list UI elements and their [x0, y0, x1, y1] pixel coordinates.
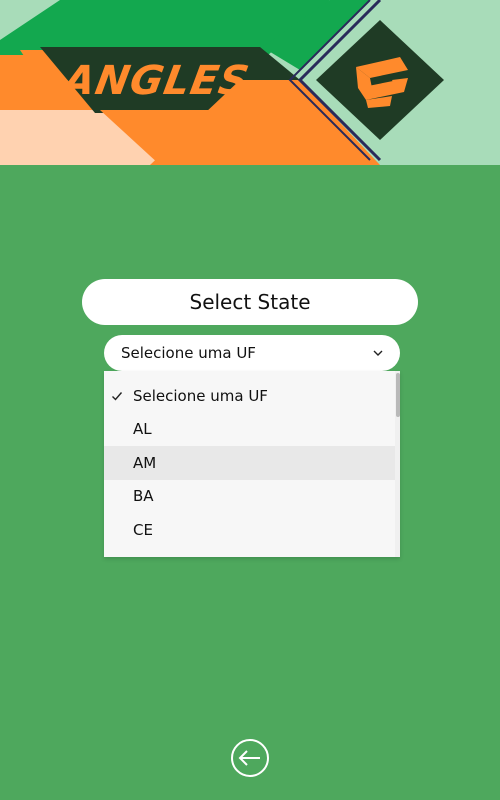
checkmark-icon	[111, 390, 123, 402]
dropdown-option[interactable]: CE	[104, 513, 400, 547]
dropdown-option[interactable]: Selecione uma UF	[104, 379, 400, 413]
dropdown-option[interactable]: BA	[104, 480, 400, 514]
dropdown-option[interactable]: AL	[104, 413, 400, 447]
dropdown-option-label: CE	[133, 520, 153, 539]
dropdown-option-label: AM	[133, 453, 157, 472]
header-banner: ANGLES	[0, 0, 500, 165]
dropdown-option[interactable]: AM	[104, 446, 400, 480]
app-screen: ANGLES Select State Selecione uma UF Sel…	[0, 0, 500, 800]
state-select[interactable]: Selecione uma UF	[104, 335, 400, 371]
dropdown-option-label: BA	[133, 487, 154, 506]
state-dropdown-list[interactable]: Selecione uma UF AL AM BA CE	[104, 371, 400, 557]
chevron-down-icon	[372, 347, 384, 359]
dropdown-option-label: Selecione uma UF	[133, 386, 268, 405]
dropdown-scrollbar-track[interactable]	[395, 371, 400, 557]
back-arrow-icon	[231, 739, 269, 777]
select-state-title: Select State	[82, 279, 418, 325]
banner-logo-text: ANGLES	[59, 58, 253, 104]
back-button[interactable]	[230, 738, 270, 778]
state-select-value: Selecione uma UF	[121, 344, 256, 362]
dropdown-scrollbar-thumb[interactable]	[396, 373, 400, 417]
select-state-title-label: Select State	[189, 290, 311, 314]
dropdown-option-label: AL	[133, 420, 152, 439]
